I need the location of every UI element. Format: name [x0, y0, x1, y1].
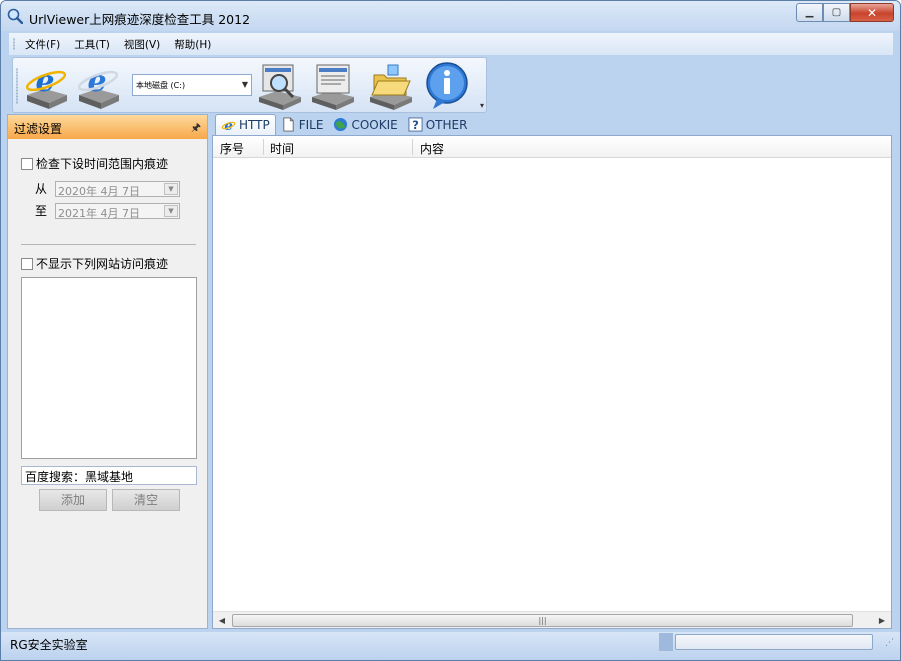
window-title: UrlViewer上网痕迹深度检查工具 2012: [29, 12, 251, 27]
from-date-row: 从 2020年 4月 7日 ▼: [35, 180, 180, 198]
drive-select-value: 本地磁盘 (C:): [136, 81, 186, 90]
results-table[interactable]: 序号 时间 内容 ◀ ||| ▶: [212, 135, 892, 629]
status-bar: RG安全实验室 ⋰: [1, 632, 900, 660]
horizontal-scrollbar[interactable]: ◀ ||| ▶: [213, 611, 891, 628]
title-bar: UrlViewer上网痕迹深度检查工具 2012 ▁ ▢ ✕: [1, 1, 900, 31]
window-controls: ▁ ▢ ✕: [796, 3, 894, 23]
filter-panel-header: 过滤设置 🖈: [8, 115, 207, 139]
add-button[interactable]: 添加: [39, 489, 107, 511]
open-folder-icon[interactable]: [366, 61, 416, 111]
time-range-checkbox-row[interactable]: 检查下设时间范围内痕迹: [21, 155, 168, 172]
tab-http-label: HTTP: [239, 118, 270, 132]
column-header-index[interactable]: 序号: [220, 140, 244, 157]
ie-scan-icon[interactable]: e: [21, 61, 71, 111]
status-progress-bar: [675, 634, 873, 650]
from-date-value: 2020年 4月 7日: [58, 184, 140, 198]
minimize-button[interactable]: ▁: [796, 3, 823, 22]
column-header-time[interactable]: 时间: [270, 140, 294, 157]
info-icon[interactable]: [423, 61, 473, 111]
chevron-down-icon[interactable]: ▼: [164, 204, 178, 217]
svg-text:e: e: [224, 119, 232, 133]
tab-strip: e HTTP FILE COOKIE ? OTHER: [215, 114, 472, 135]
menu-tools[interactable]: 工具(T): [74, 37, 110, 52]
minimize-icon: ▁: [805, 7, 814, 18]
to-label: 至: [35, 204, 48, 218]
filter-panel-title: 过滤设置: [14, 122, 63, 136]
status-text: RG安全实验室: [10, 638, 88, 652]
to-date-row: 至 2021年 4月 7日 ▼: [35, 202, 180, 220]
menu-bar: 文件(F) 工具(T) 视图(V) 帮助(H): [9, 33, 893, 55]
from-label: 从: [35, 182, 48, 196]
status-divider: [659, 633, 673, 651]
pin-icon[interactable]: 🖈: [191, 119, 201, 138]
to-date-picker[interactable]: 2021年 4月 7日 ▼: [55, 202, 180, 220]
help-icon: ?: [408, 117, 423, 132]
filter-panel: 过滤设置 🖈 检查下设时间范围内痕迹 从 2020年 4月 7日 ▼ 至 202…: [7, 114, 208, 629]
menu-view[interactable]: 视图(V): [124, 37, 160, 52]
app-window: UrlViewer上网痕迹深度检查工具 2012 ▁ ▢ ✕ 文件(F) 工具(…: [0, 0, 901, 661]
toolbar: e e 本地磁盘 (C:) ▼ ▾: [12, 57, 487, 113]
divider: [21, 244, 196, 245]
file-icon: [283, 117, 294, 132]
svg-text:e: e: [35, 64, 54, 99]
maximize-button[interactable]: ▢: [823, 3, 850, 22]
close-icon: ✕: [866, 5, 878, 20]
excluded-sites-list[interactable]: [21, 277, 197, 459]
ie-clean-icon[interactable]: e: [73, 61, 123, 111]
scroll-thumb[interactable]: |||: [232, 614, 853, 627]
tab-cookie[interactable]: COOKIE: [328, 114, 402, 135]
svg-text:?: ?: [412, 119, 419, 132]
chevron-down-icon: ▼: [241, 80, 248, 89]
tab-http[interactable]: e HTTP: [215, 114, 276, 135]
tab-other[interactable]: ? OTHER: [403, 114, 473, 135]
cookie-icon: [334, 117, 348, 132]
time-range-label: 检查下设时间范围内痕迹: [36, 157, 169, 171]
grip-icon: |||: [538, 616, 547, 625]
tab-cookie-label: COOKIE: [351, 117, 398, 132]
clear-button[interactable]: 清空: [112, 489, 180, 511]
to-date-value: 2021年 4月 7日: [58, 206, 140, 220]
from-date-picker[interactable]: 2020年 4月 7日 ▼: [55, 180, 180, 198]
toolbar-overflow-icon[interactable]: ▾: [480, 101, 484, 110]
tab-file[interactable]: FILE: [276, 114, 329, 135]
chevron-down-icon[interactable]: ▼: [164, 182, 178, 195]
resize-grip-icon[interactable]: ⋰: [885, 638, 894, 648]
column-header-content[interactable]: 内容: [420, 140, 444, 157]
site-input[interactable]: 百度搜索：黑域基地: [21, 466, 197, 485]
site-input-value: 百度搜索：黑域基地: [25, 470, 134, 484]
menubar-grip[interactable]: [13, 38, 15, 50]
exclude-sites-label: 不显示下列网站访问痕迹: [36, 257, 169, 271]
toolbar-grip[interactable]: [16, 68, 18, 104]
maximize-icon: ▢: [831, 7, 842, 18]
scroll-left-icon[interactable]: ◀: [215, 614, 229, 627]
scroll-right-icon[interactable]: ▶: [875, 614, 889, 627]
search-drive-icon[interactable]: [255, 61, 305, 111]
report-drive-icon[interactable]: [308, 61, 358, 111]
menu-help[interactable]: 帮助(H): [174, 37, 211, 52]
tab-file-label: FILE: [298, 117, 324, 132]
drive-select[interactable]: 本地磁盘 (C:) ▼: [132, 74, 252, 96]
time-range-checkbox[interactable]: [21, 157, 33, 170]
exclude-sites-checkbox-row[interactable]: 不显示下列网站访问痕迹: [21, 255, 168, 272]
column-divider[interactable]: [263, 139, 264, 155]
tab-other-label: OTHER: [425, 117, 468, 132]
menu-file[interactable]: 文件(F): [25, 37, 60, 52]
table-header: 序号 时间 内容: [213, 136, 891, 158]
column-divider[interactable]: [412, 139, 413, 155]
svg-text:e: e: [87, 64, 106, 99]
close-button[interactable]: ✕: [850, 3, 894, 22]
magnifier-app-icon: [7, 8, 23, 24]
ie-icon: e: [221, 119, 236, 133]
exclude-sites-checkbox[interactable]: [21, 257, 33, 270]
